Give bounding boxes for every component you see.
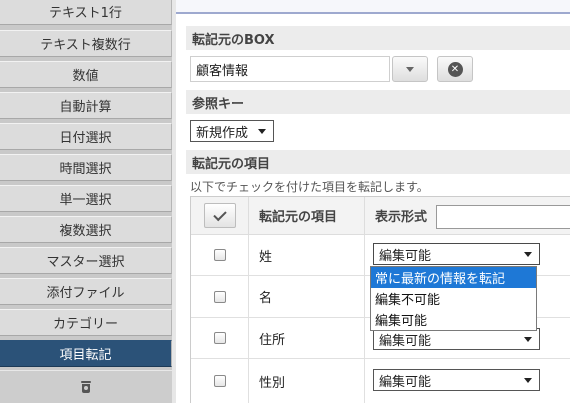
- dropdown-option-editable[interactable]: 編集可能: [371, 309, 536, 330]
- sidebar-item-label: 単一選択: [59, 193, 112, 208]
- dropdown-option-always-latest[interactable]: 常に最新の情報を転記: [371, 267, 536, 288]
- sidebar-item-auto-calc[interactable]: 自動計算: [0, 92, 172, 119]
- sidebar-item-label: 数値: [72, 69, 99, 84]
- sidebar-item-field-transfer[interactable]: 項目転記: [0, 340, 172, 367]
- sidebar-item-text-multi[interactable]: テキスト複数行: [0, 30, 172, 57]
- sidebar-footer: [0, 370, 172, 403]
- source-items-heading: 転記元の項目: [186, 150, 570, 174]
- source-box-dropdown-button[interactable]: [392, 56, 428, 82]
- format-select-value: 編集可能: [379, 333, 432, 349]
- caret-down-icon: [524, 378, 532, 383]
- column-header-item: 転記元の項目: [249, 197, 365, 235]
- clear-circle-icon: ✕: [447, 61, 463, 77]
- table-row-name: 名: [249, 276, 365, 318]
- sidebar-item-label: 複数選択: [59, 224, 112, 239]
- sidebar-item-multi-select[interactable]: 複数選択: [0, 216, 172, 243]
- source-box-heading: 転記元のBOX: [186, 26, 570, 50]
- reference-key-select[interactable]: 新規作成: [190, 120, 274, 142]
- table-row-format-cell: 編集可能: [365, 359, 570, 403]
- sidebar-item-label: 時間選択: [59, 162, 112, 177]
- format-select[interactable]: 編集可能: [373, 243, 540, 265]
- sidebar-item-date[interactable]: 日付選択: [0, 123, 172, 150]
- caret-down-icon: [524, 337, 532, 342]
- sidebar-item-label: テキスト1行: [49, 6, 122, 21]
- sidebar-item-category[interactable]: カテゴリー: [0, 309, 172, 336]
- checkmark-icon: [212, 207, 227, 221]
- row-checkbox[interactable]: [213, 290, 226, 303]
- format-filter-input[interactable]: [436, 205, 570, 229]
- format-dropdown-list: 常に最新の情報を転記 編集不可能 編集可能: [370, 266, 537, 331]
- table-row-name: 姓: [249, 235, 365, 276]
- sidebar-item-single-select[interactable]: 単一選択: [0, 185, 172, 212]
- table-row-check-cell: [191, 276, 249, 318]
- sidebar-item-label: 項目転記: [59, 348, 112, 363]
- row-checkbox[interactable]: [213, 249, 226, 261]
- top-divider: [176, 0, 570, 14]
- table-row-name: 住所: [249, 318, 365, 359]
- sidebar-item-attachment[interactable]: 添付ファイル: [0, 278, 172, 305]
- format-select-value: 編集可能: [379, 374, 432, 390]
- sidebar-item-time[interactable]: 時間選択: [0, 154, 172, 181]
- dropdown-option-not-editable[interactable]: 編集不可能: [371, 288, 536, 309]
- sidebar-item-label: カテゴリー: [52, 317, 118, 332]
- sidebar: テキスト1行 テキスト複数行 数値 自動計算 日付選択 時間選択 単一選択 複数…: [0, 0, 172, 403]
- caret-down-icon: [524, 252, 532, 257]
- sidebar-item-label: 日付選択: [59, 131, 112, 146]
- table-row-name: 性別: [249, 359, 365, 403]
- row-checkbox[interactable]: [213, 375, 226, 387]
- trash-icon[interactable]: [80, 381, 92, 393]
- sidebar-item-number[interactable]: 数値: [0, 61, 172, 88]
- column-header-format-label: 表示形式: [375, 210, 428, 225]
- row-checkbox[interactable]: [213, 332, 226, 344]
- check-all-button[interactable]: [203, 203, 236, 228]
- table-row-check-cell: [191, 359, 249, 403]
- format-select-value: 編集可能: [379, 248, 432, 264]
- sidebar-item-label: 添付ファイル: [46, 286, 125, 301]
- sidebar-item-text-single[interactable]: テキスト1行: [0, 0, 172, 25]
- source-items-note: 以下でチェックを付けた項目を転記します。: [190, 180, 429, 194]
- caret-down-icon: [258, 129, 266, 134]
- chevron-down-icon: [406, 66, 414, 72]
- check-column-header: [191, 197, 249, 235]
- reference-key-value: 新規作成: [196, 125, 249, 141]
- source-box-value: 顧客情報: [196, 63, 249, 79]
- format-select[interactable]: 編集可能: [373, 328, 540, 350]
- main-panel: 転記元のBOX 顧客情報 ✕ 参照キー 新規作成 転記元の項目 以下でチェックを…: [172, 0, 570, 403]
- sidebar-item-master-select[interactable]: マスター選択: [0, 247, 172, 274]
- format-select[interactable]: 編集可能: [373, 369, 540, 391]
- sidebar-item-label: マスター選択: [46, 255, 125, 270]
- sidebar-item-label: 自動計算: [59, 100, 112, 115]
- source-box-field[interactable]: 顧客情報: [190, 56, 390, 82]
- reference-key-heading: 参照キー: [186, 90, 570, 114]
- table-row-check-cell: [191, 235, 249, 276]
- sidebar-item-label: テキスト複数行: [40, 38, 131, 53]
- source-box-clear-button[interactable]: ✕: [437, 56, 473, 82]
- table-row-check-cell: [191, 318, 249, 359]
